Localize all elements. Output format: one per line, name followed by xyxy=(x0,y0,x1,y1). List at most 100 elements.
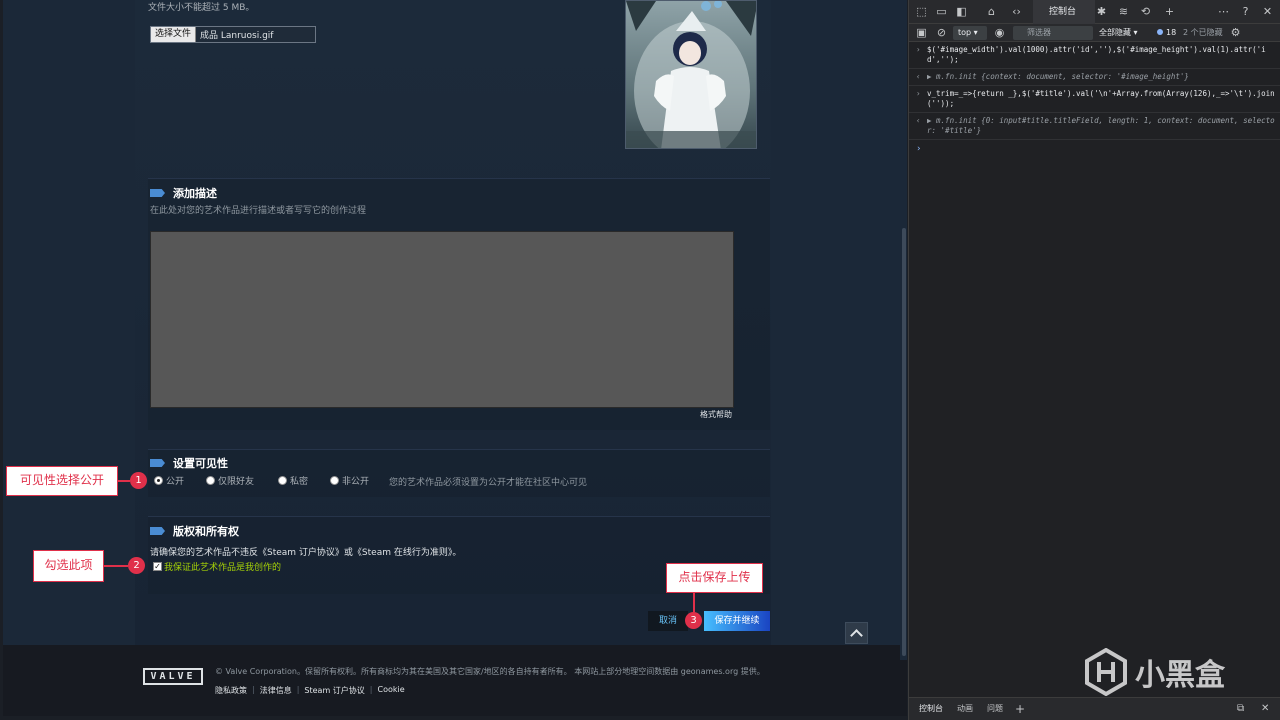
console-toolbar: ▣ ⊘ top ▾ ◉ 筛选器 全部隐藏 ▾ 18 2 个已隐藏 ⚙ xyxy=(909,24,1280,42)
filter-input[interactable]: 筛选器 xyxy=(1013,26,1093,40)
log-levels-dropdown[interactable]: 全部隐藏 ▾ xyxy=(1099,24,1138,42)
context-selector[interactable]: top ▾ xyxy=(953,26,987,40)
radio-label-unlisted: 非公开 xyxy=(342,477,370,487)
close-drawer-icon[interactable]: ✕ xyxy=(1261,698,1269,720)
annotation-1-badge: 1 xyxy=(130,472,147,489)
drawer-tab-animation[interactable]: 动画 xyxy=(957,698,973,720)
description-heading: 添加描述 xyxy=(150,185,217,201)
description-title: 添加描述 xyxy=(173,187,217,200)
performance-icon[interactable]: ⟲ xyxy=(1139,5,1152,18)
footer-link-ssa[interactable]: Steam 订户协议 xyxy=(304,685,364,696)
page-left-gutter xyxy=(3,0,135,645)
visibility-option-unlisted[interactable]: 非公开 xyxy=(330,474,369,487)
tab-console[interactable]: 控制台 xyxy=(1033,0,1095,24)
add-tab-icon[interactable]: + xyxy=(1163,5,1176,18)
annotation-2-box: 勾选此项 xyxy=(33,550,104,582)
visibility-option-friends[interactable]: 仅限好友 xyxy=(206,474,254,487)
format-help-link[interactable]: 格式帮助 xyxy=(700,409,732,420)
help-icon[interactable]: ? xyxy=(1239,5,1252,18)
description-subtitle: 在此处对您的艺术作品进行描述或者写写它的创作过程 xyxy=(150,206,367,216)
choose-file-button[interactable]: 选择文件 xyxy=(151,27,197,42)
drawer-tab-issues[interactable]: 问题 xyxy=(987,698,1003,720)
device-toolbar-icon[interactable]: ▭ xyxy=(935,5,948,18)
footer-link-legal[interactable]: 法律信息 xyxy=(260,685,292,696)
input-chevron-icon: › xyxy=(916,45,921,54)
radio-friends[interactable] xyxy=(206,476,215,485)
home-icon[interactable]: ⌂ xyxy=(985,5,998,18)
radio-label-friends: 仅限好友 xyxy=(218,477,255,487)
radio-label-private: 私密 xyxy=(290,477,309,487)
dock-side-icon[interactable]: ◧ xyxy=(955,5,968,18)
copyright-title: 版权和所有权 xyxy=(173,525,239,538)
console-output-line[interactable]: ‹ ▶ m.fn.init {context: document, select… xyxy=(909,69,1280,86)
more-options-icon[interactable]: ⋯ xyxy=(1217,5,1230,18)
copyright-note: 请确保您的艺术作品不违反《Steam 订户协议》或《Steam 在线行为准则》。 xyxy=(150,548,462,558)
console-line-text: $('#image_width').val(1000).attr('id',''… xyxy=(927,45,1266,64)
ownership-checkbox-row[interactable]: ✓ 我保证此艺术作品是我创作的 xyxy=(153,560,281,573)
devtools-tab-bar: ⬚ ▭ ◧ ⌂ ‹› 控制台 ✱ ≋ ⟲ + ⋯ ? ✕ xyxy=(909,0,1280,24)
footer-link-privacy[interactable]: 隐私政策 xyxy=(215,685,247,696)
bug-icon[interactable]: ✱ xyxy=(1095,5,1108,18)
clear-console-icon[interactable]: ⊘ xyxy=(935,26,948,39)
valve-logo[interactable]: VALVE xyxy=(143,668,203,685)
annotation-3-badge: 3 xyxy=(685,612,702,629)
ownership-checkbox-label[interactable]: 我保证此艺术作品是我创作的 xyxy=(164,560,281,573)
visibility-option-private[interactable]: 私密 xyxy=(278,474,308,487)
sidebar-toggle-icon[interactable]: ▣ xyxy=(915,26,928,39)
footer-legal-text: © Valve Corporation。保留所有权利。所有商标均为其在美国及其它… xyxy=(215,667,765,676)
visibility-title: 设置可见性 xyxy=(173,457,228,470)
annotation-1-connector xyxy=(118,480,130,482)
selected-file-name: 成品 Lanruosi.gif xyxy=(200,31,274,41)
page-scrollbar-thumb[interactable] xyxy=(902,228,906,656)
file-picker[interactable]: 选择文件 成品 Lanruosi.gif xyxy=(150,26,316,43)
undock-drawer-icon[interactable]: ⧉ xyxy=(1237,698,1244,720)
issues-counter[interactable]: 18 xyxy=(1157,24,1176,42)
radio-public[interactable] xyxy=(154,476,163,485)
visibility-heading: 设置可见性 xyxy=(150,455,228,471)
settings-gear-icon[interactable]: ⚙ xyxy=(1229,26,1242,39)
annotation-3-connector xyxy=(693,593,695,612)
section-flag-icon xyxy=(150,189,165,197)
console-input-line[interactable]: › v_trim=_=>{return _},$('#title').val('… xyxy=(909,86,1280,113)
console-input-line[interactable]: › $('#image_width').val(1000).attr('id',… xyxy=(909,42,1280,69)
xiaoheihe-logo-icon xyxy=(1085,648,1127,696)
close-icon[interactable]: ✕ xyxy=(1261,5,1274,18)
footer-separator: | xyxy=(252,685,255,694)
elements-icon[interactable]: ‹› xyxy=(1010,5,1023,18)
steam-footer: VALVE © Valve Corporation。保留所有权利。所有商标均为其… xyxy=(3,645,907,716)
inspect-icon[interactable]: ⬚ xyxy=(915,5,928,18)
annotation-1-box: 可见性选择公开 xyxy=(6,466,118,496)
devtools-panel: ⬚ ▭ ◧ ⌂ ‹› 控制台 ✱ ≋ ⟲ + ⋯ ? ✕ ▣ ⊘ top ▾ ◉… xyxy=(908,0,1280,720)
scroll-to-top-button[interactable] xyxy=(845,622,868,644)
output-chevron-icon: ‹ xyxy=(916,72,921,81)
cancel-button[interactable]: 取消 xyxy=(648,611,688,631)
save-continue-button[interactable]: 保存并继续 xyxy=(704,611,770,631)
network-icon[interactable]: ≋ xyxy=(1117,5,1130,18)
issues-count: 18 xyxy=(1166,28,1177,37)
watermark-text: 小黑盒 xyxy=(1135,658,1225,693)
console-prompt[interactable]: › xyxy=(909,140,1280,154)
hidden-count: 2 个已隐藏 xyxy=(1183,28,1223,37)
radio-private[interactable] xyxy=(278,476,287,485)
copyright-heading: 版权和所有权 xyxy=(150,523,239,539)
visibility-option-public[interactable]: 公开 xyxy=(154,474,184,487)
radio-label-public: 公开 xyxy=(166,477,185,487)
annotation-3-box: 点击保存上传 xyxy=(666,563,763,593)
section-flag-icon xyxy=(150,459,165,467)
footer-link-cookie[interactable]: Cookie xyxy=(377,685,404,696)
screen: 文件大小不能超过 5 MB。 选择文件 成品 Lanruosi.gif 添加描述… xyxy=(0,0,1280,720)
console-output-line[interactable]: ‹ ▶ m.fn.init {0: input#title.titleField… xyxy=(909,113,1280,140)
console-tab-label: 控制台 xyxy=(1049,7,1077,17)
steam-upload-page: 文件大小不能超过 5 MB。 选择文件 成品 Lanruosi.gif 添加描述… xyxy=(3,0,907,716)
eye-icon[interactable]: ◉ xyxy=(993,26,1006,39)
radio-unlisted[interactable] xyxy=(330,476,339,485)
context-value: top xyxy=(958,28,972,37)
drawer-add-tab-icon[interactable]: + xyxy=(1015,698,1025,720)
console-line-text: ▶ m.fn.init {0: input#title.titleField, … xyxy=(927,116,1275,135)
ownership-checkbox[interactable]: ✓ xyxy=(153,562,162,571)
footer-separator: | xyxy=(296,685,300,694)
page-scrollbar[interactable] xyxy=(900,0,907,660)
drawer-tab-console[interactable]: 控制台 xyxy=(919,698,943,720)
description-textarea[interactable] xyxy=(150,231,734,408)
log-levels-value: 全部隐藏 xyxy=(1099,28,1131,37)
